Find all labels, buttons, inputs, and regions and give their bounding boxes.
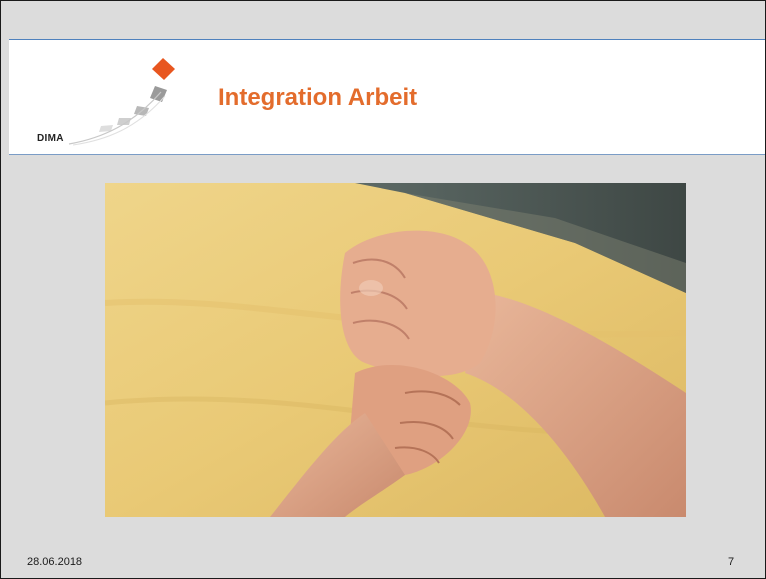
footer-date: 28.06.2018 [27, 556, 83, 568]
page-number: 7 [728, 556, 735, 568]
logo-text: DIMA [37, 133, 64, 144]
slide-header: DIMA Integration Arbeit [9, 40, 765, 155]
page-title: Integration Arbeit [218, 84, 418, 111]
dima-logo-icon [68, 58, 175, 146]
hands-fists-photo [105, 183, 686, 517]
photo-illustration [105, 183, 686, 517]
top-band [9, 1, 765, 40]
slide: DIMA Integration Arbeit 28.06.2018 7 [0, 0, 766, 579]
